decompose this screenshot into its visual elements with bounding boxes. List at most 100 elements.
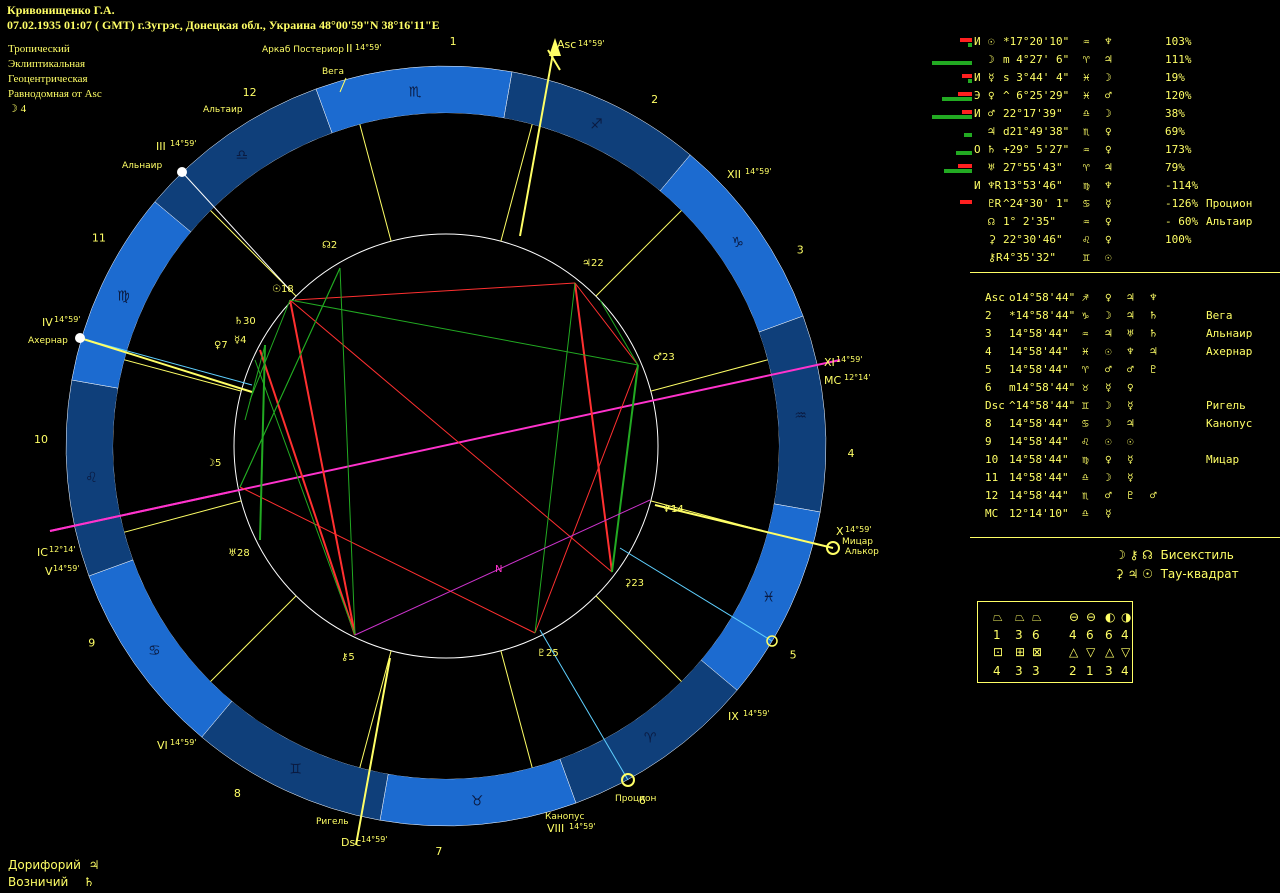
- alnair-star-marker[interactable]: [177, 167, 187, 177]
- house-row[interactable]: Dsc ^14°58'44" ♊ ☽ ☿ Ригель: [985, 397, 1275, 415]
- planet-pluto-label[interactable]: ♇25: [537, 648, 559, 659]
- strength-bar-green: [956, 151, 972, 155]
- house-ruler-2: ♂: [1127, 363, 1134, 376]
- planet-row[interactable]: И ☿ s 3°44' 4" ♓ ☽ 19%: [915, 69, 1275, 87]
- house-ruler-2: ♀: [1127, 381, 1134, 394]
- footer-info: Дорифорий ♃ Возничий ♄: [8, 857, 99, 891]
- asc-label: Asc: [557, 38, 576, 51]
- planet-chiron-label[interactable]: ⚷5: [341, 652, 355, 663]
- planet-row[interactable]: Э ♀ ^ 6°25'29" ♓ ♂ 120%: [915, 87, 1275, 105]
- house-row[interactable]: 10 14°58'44" ♍ ♀ ☿ Мицар: [985, 451, 1275, 469]
- star-label-procyon: Процион: [615, 794, 656, 804]
- house-row[interactable]: 9 14°58'44" ♌ ☉ ☉: [985, 433, 1275, 451]
- element-stat: △: [1105, 645, 1115, 659]
- planet-ceres-label[interactable]: ⚳23: [624, 578, 644, 589]
- zodiac-sign-glyph: ♍: [117, 289, 130, 305]
- planet-row[interactable]: ♇R ^24°30' 1" ♋ ☿ -126% Процион: [915, 195, 1275, 213]
- house-position: 14°58'44": [1009, 453, 1069, 466]
- planet-ruler: ♀: [1105, 215, 1112, 228]
- house-id: 9: [985, 435, 992, 448]
- zodiac-sign-glyph: ♌: [85, 470, 98, 486]
- element-stat: 3: [1032, 664, 1040, 678]
- planet-saturn-label[interactable]: ♄30: [234, 316, 256, 327]
- zodiac-sign-glyph: ♒: [794, 408, 807, 424]
- config-row: ⚳ ♃ ☉ Тау-квадрат: [1115, 567, 1239, 581]
- house-number: 12: [243, 86, 257, 99]
- house-row[interactable]: Asc o14°58'44" ♐ ♀ ♃ ♆: [985, 289, 1275, 307]
- planet-mercury-label[interactable]: ☿4: [234, 335, 247, 346]
- element-stat: 6: [1105, 628, 1113, 642]
- strength-bar-red: [962, 110, 972, 114]
- house-row[interactable]: MC 12°14'10" ♎ ☿: [985, 505, 1275, 523]
- planet-symbol: ⚳: [988, 233, 997, 246]
- house-row[interactable]: 5 14°58'44" ♈ ♂ ♂ ♇: [985, 361, 1275, 379]
- star-label-canopus: Канопус: [545, 812, 585, 822]
- star-label-altair: Альтаир: [203, 105, 243, 115]
- house-ruler-2: ♇: [1127, 489, 1134, 502]
- planet-row[interactable]: ☊ 1° 2'35" ♒ ♀ - 60% Альтаир: [915, 213, 1275, 231]
- house-row[interactable]: 8 14°58'44" ♋ ☽ ♃ Канопус: [985, 415, 1275, 433]
- planet-row[interactable]: И ♆R 13°53'46" ♍ ♆ -114%: [915, 177, 1275, 195]
- house-row[interactable]: 12 14°58'44" ♏ ♂ ♇ ♂: [985, 487, 1275, 505]
- natal-chart-wheel[interactable]: ♐♑♒♓♈♉♊♋♌♍♎♏ 123456789101112 Asc 14°59' …: [0, 0, 910, 893]
- house-sign: ♍: [1082, 453, 1089, 466]
- element-stat: ▽: [1121, 645, 1131, 659]
- house-position: m14°58'44": [1009, 381, 1076, 394]
- ii-cusp-degree: 14°59': [355, 43, 382, 52]
- planet-jupiter-label[interactable]: ♃22: [582, 258, 604, 269]
- planet-sun-label[interactable]: ☉18: [272, 284, 294, 295]
- planet-neptune-label[interactable]: ♆14: [662, 504, 684, 515]
- planet-mars-label[interactable]: ♂23: [653, 352, 675, 363]
- planet-row[interactable]: ⚷R 4°35'32" ♊ ☉: [915, 249, 1275, 267]
- planet-sign: ♍: [1083, 179, 1090, 192]
- planet-symbol: ♂: [988, 107, 995, 120]
- planet-row[interactable]: ♅ 27°55'43" ♈ ♃ 79%: [915, 159, 1275, 177]
- house-ruler-2: ☿: [1127, 453, 1134, 466]
- house-row[interactable]: 4 14°58'44" ♓ ☉ ♆ ♃ Ахернар: [985, 343, 1275, 361]
- planet-row[interactable]: И ♂ 22°17'39" ♎ ☽ 38%: [915, 105, 1275, 123]
- planet-node-label[interactable]: ☊2: [322, 240, 337, 251]
- achernar-star-marker[interactable]: [75, 333, 85, 343]
- planet-star: Процион: [1206, 197, 1253, 210]
- divider-2: [970, 537, 1280, 538]
- planet-uranus-label[interactable]: ♅28: [228, 548, 250, 559]
- house-position: 14°58'44": [1009, 489, 1069, 502]
- house-ruler-2: ☿: [1127, 399, 1134, 412]
- house-ruler-3: ♃: [1150, 345, 1157, 358]
- planet-row[interactable]: И ☉ *17°20'10" ♒ ♆ 103%: [915, 33, 1275, 51]
- strength-bar-green: [968, 79, 972, 83]
- house-star: Ригель: [1206, 399, 1246, 412]
- planet-mark: И: [974, 107, 981, 120]
- star-label-alnair: Альнаир: [122, 161, 162, 171]
- house-sign: ♐: [1082, 291, 1089, 304]
- planet-row[interactable]: ⚳ 22°30'46" ♌ ♀ 100%: [915, 231, 1275, 249]
- planet-position: m 4°27' 6": [1003, 53, 1070, 66]
- planet-node-marker: N: [495, 564, 502, 575]
- house-sign: ♑: [1082, 309, 1089, 322]
- planet-moon-label[interactable]: ☽5: [206, 458, 221, 469]
- element-stat: ⊞: [1015, 645, 1026, 659]
- house-row[interactable]: 2 *14°58'44" ♑ ☽ ♃ ♄ Вега: [985, 307, 1275, 325]
- planet-row[interactable]: ☽ m 4°27' 6" ♈ ♃ 111%: [915, 51, 1275, 69]
- vozn-symbol: ♄: [83, 875, 95, 889]
- zodiac-sign-glyph: ♏: [409, 84, 422, 100]
- planet-row[interactable]: ♃ d21°49'38" ♏ ♀ 69%: [915, 123, 1275, 141]
- house-number: 11: [92, 231, 106, 244]
- v-cusp-degree: 14°59': [53, 564, 80, 573]
- iii-cusp-degree: 14°59': [170, 139, 197, 148]
- house-row[interactable]: 6 m14°58'44" ♉ ☿ ♀: [985, 379, 1275, 397]
- planet-sign: ♒: [1083, 143, 1090, 156]
- planet-venus-label[interactable]: ♀7: [214, 340, 228, 351]
- planet-ruler: ♆: [1105, 179, 1112, 192]
- house-position: 14°58'44": [1009, 327, 1069, 340]
- planet-mark: Э: [974, 89, 981, 102]
- house-ruler-2: ♃: [1127, 417, 1134, 430]
- house-row[interactable]: 11 14°58'44" ♎ ☽ ☿: [985, 469, 1275, 487]
- house-row[interactable]: 3 14°58'44" ♒ ♃ ♅ ♄ Альнаир: [985, 325, 1275, 343]
- planet-ruler: ☉: [1105, 251, 1112, 264]
- planet-position: 22°17'39": [1003, 107, 1063, 120]
- xii-cusp-label: XII: [727, 168, 741, 181]
- planet-row[interactable]: О ♄ +29° 5'27" ♒ ♀ 173%: [915, 141, 1275, 159]
- planet-ruler: ♀: [1105, 143, 1112, 156]
- planet-strength: 103%: [1165, 35, 1192, 48]
